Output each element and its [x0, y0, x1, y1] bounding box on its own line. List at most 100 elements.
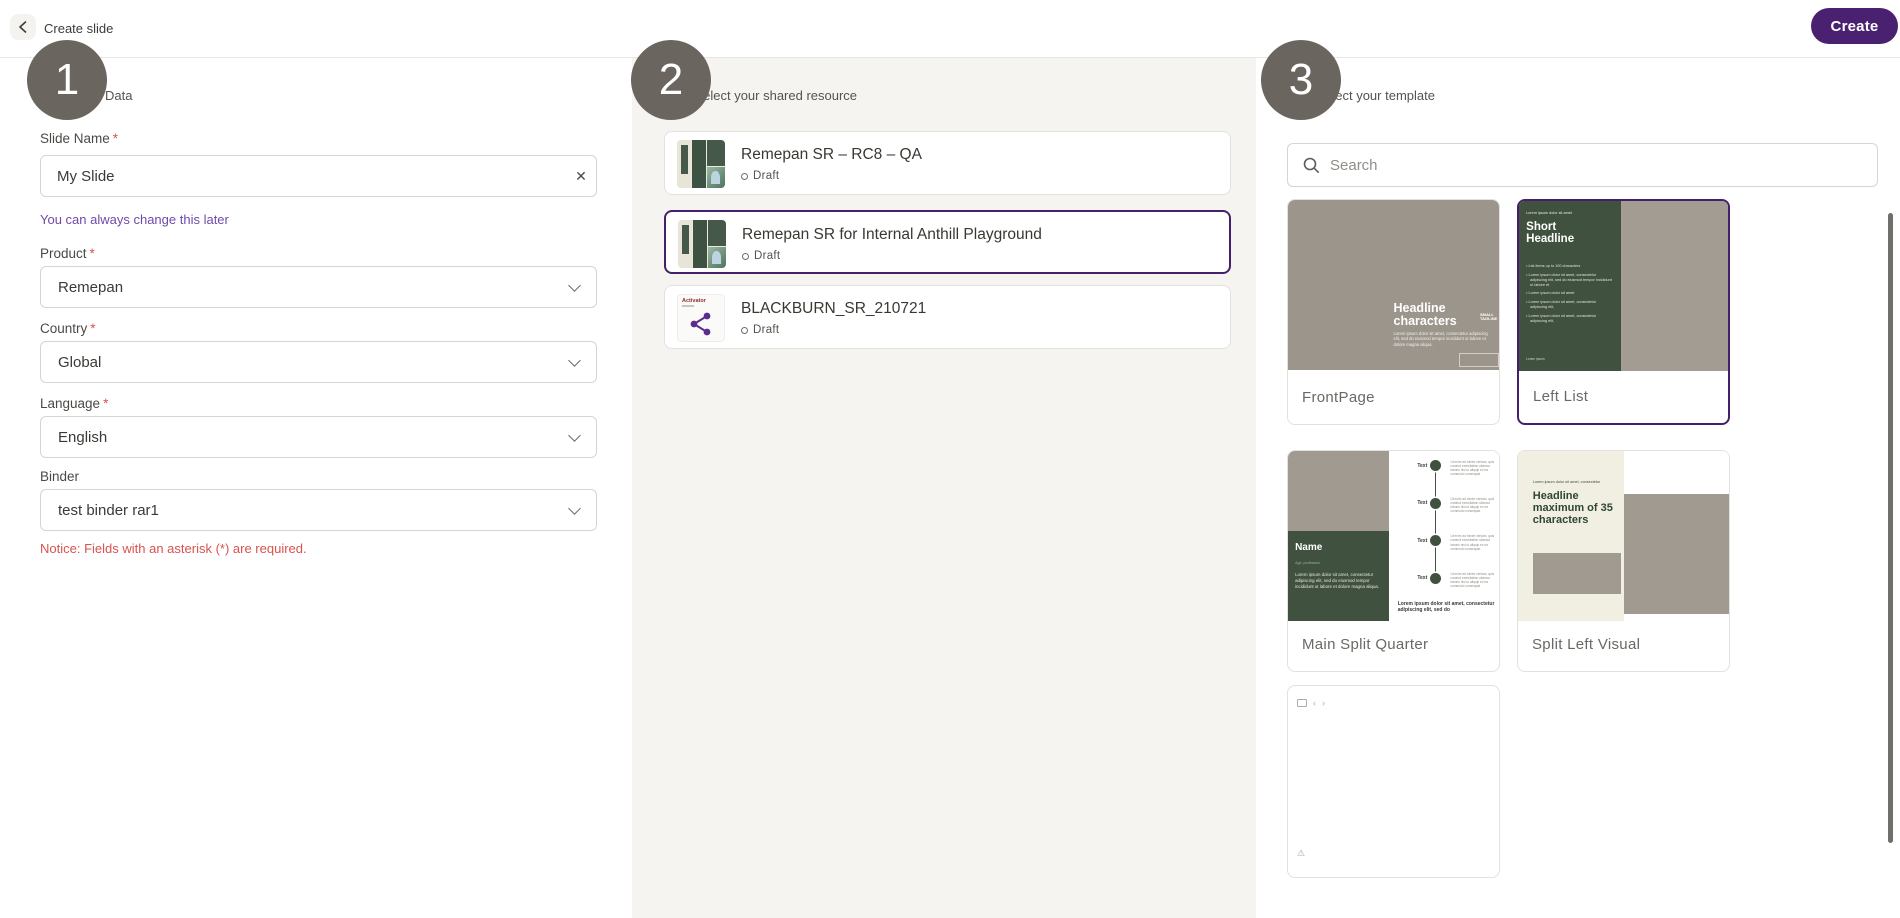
preview-bullet-list: List items up to 100 characters Lorem ip… [1526, 264, 1613, 328]
preview-bullet: Lorem ipsum dolor sit amet [1526, 291, 1613, 296]
timeline-label: Text [1394, 500, 1428, 506]
top-bar: Create slide Create [0, 0, 1900, 58]
draft-status-icon [742, 253, 749, 260]
template-card-left-list[interactable]: Lorem ipsum dolor sit amet Short Headlin… [1517, 199, 1730, 425]
template-search [1287, 143, 1878, 187]
slide-name-hint: You can always change this later [40, 212, 229, 227]
collage-figure [711, 171, 719, 184]
language-select-value: English [58, 429, 107, 446]
template-preview-main-split-quarter: Name Age, profession Lorem ipsum dolor s… [1288, 451, 1499, 621]
timeline-dot [1430, 460, 1441, 471]
preview-image-placeholder [1288, 451, 1389, 531]
timeline-connector [1435, 470, 1436, 582]
preview-person-subtitle: Age, profession [1295, 561, 1320, 565]
search-icon [1302, 156, 1320, 174]
chevron-down-icon [568, 502, 581, 515]
preview-headline: Headline characters [1394, 302, 1457, 328]
preview-image-placeholder [1624, 494, 1730, 615]
timeline-body-text: Ut enim ad minim veniam, quis nostrud ex… [1450, 460, 1494, 481]
collage-block [708, 220, 726, 246]
template-preview-left-list: Lorem ipsum dolor sit amet Short Headlin… [1519, 201, 1728, 371]
chevron-left-icon [18, 21, 28, 33]
required-asterisk: * [113, 131, 118, 146]
slide-name-input[interactable] [41, 168, 566, 185]
share-icon [688, 311, 714, 337]
country-label: Country* [40, 321, 96, 336]
collage-block [682, 225, 689, 254]
country-label-text: Country [40, 321, 87, 336]
resource-thumbnail: Activator [677, 294, 725, 342]
product-select[interactable]: Remepan [40, 266, 597, 308]
timeline-body-text: Ut enim ad minim veniam, quis nostrud ex… [1450, 497, 1494, 518]
preview-headline-line: characters [1394, 315, 1457, 328]
preview-bullet: Lorem ipsum dolor sit amet, consectetur … [1526, 300, 1613, 310]
resource-status: Draft [741, 170, 779, 182]
required-asterisk: * [90, 321, 95, 336]
timeline-label: Text [1394, 463, 1428, 469]
preview-kicker: Lorem ipsum dolor sit amet [1526, 211, 1572, 215]
draft-status-label: Draft [753, 170, 779, 182]
resource-title: Remepan SR – RC8 – QA [741, 146, 922, 164]
resource-item-remepan-anthill-playground[interactable]: Remepan SR for Internal Anthill Playgrou… [664, 210, 1231, 274]
resource-status: Draft [742, 250, 780, 262]
resource-item-blackburn-sr[interactable]: Activator BLACKBURN_SR_210721 Draft [664, 285, 1231, 349]
binder-select-value: test binder rar1 [58, 502, 159, 519]
create-button[interactable]: Create [1811, 8, 1898, 44]
template-preview-frontpage: Headline characters SMALL TAGLINE Lorem … [1288, 200, 1499, 370]
collage-block [681, 145, 688, 174]
preview-body-text: Lorem ipsum dolor sit amet, consectetur … [1295, 572, 1382, 590]
preview-image-placeholder [1533, 553, 1622, 594]
template-name: Split Left Visual [1532, 636, 1640, 653]
template-card-loading[interactable]: ‹ › ⚠ [1287, 685, 1500, 878]
resource-item-remepan-rc8-qa[interactable]: Remepan SR – RC8 – QA Draft [664, 131, 1231, 195]
step-1-badge: 1 [27, 40, 107, 120]
slide-name-label: Slide Name* [40, 131, 118, 146]
timeline-body-text: Ut enim ad minim veniam, quis nostrud ex… [1450, 534, 1494, 555]
template-card-main-split-quarter[interactable]: Name Age, profession Lorem ipsum dolor s… [1287, 450, 1500, 672]
preview-headline-line: Short [1526, 221, 1574, 233]
preview-person-name: Name [1295, 542, 1322, 553]
preview-headline-line: Headline [1526, 233, 1574, 245]
clear-input-icon[interactable]: ✕ [566, 168, 596, 185]
chevron-down-icon [568, 354, 581, 367]
preview-green-panel: Name Age, profession Lorem ipsum dolor s… [1288, 531, 1389, 621]
collage-photo [707, 167, 725, 188]
preview-bottom-text: Lorem ipsum dolor sit amet, consectetur … [1398, 601, 1495, 613]
preview-footer-text: Lorem ipsum [1526, 357, 1544, 361]
template-card-split-left-visual[interactable]: Lorem ipsum dolor sit amet, consectetur … [1517, 450, 1730, 672]
image-placeholder-icon [1297, 699, 1307, 707]
step-2-badge: 2 [631, 40, 711, 120]
vertical-scrollbar[interactable] [1888, 213, 1893, 843]
product-label: Product* [40, 246, 95, 261]
template-search-input[interactable] [1330, 157, 1863, 174]
chevron-right-icon: › [1322, 698, 1325, 708]
binder-select[interactable]: test binder rar1 [40, 489, 597, 531]
preview-outline-box [1459, 353, 1499, 367]
resource-status: Draft [741, 324, 779, 336]
collage-photo [708, 247, 726, 268]
draft-status-icon [741, 327, 748, 334]
page-title: Create slide [44, 21, 113, 36]
preview-bullet: Lorem ipsum dolor sit amet, consectetur … [1526, 314, 1613, 324]
back-button[interactable] [10, 14, 36, 40]
required-asterisk: * [103, 396, 108, 411]
timeline-label: Text [1394, 575, 1428, 581]
resource-title: Remepan SR for Internal Anthill Playgrou… [742, 226, 1042, 244]
template-card-frontpage[interactable]: Headline characters SMALL TAGLINE Lorem … [1287, 199, 1500, 425]
required-asterisk: * [90, 246, 95, 261]
binder-label-text: Binder [40, 469, 79, 484]
chevron-down-icon [568, 429, 581, 442]
template-name: FrontPage [1302, 389, 1375, 406]
draft-status-label: Draft [753, 324, 779, 336]
resource-thumbnail [678, 220, 726, 268]
template-name: Main Split Quarter [1302, 636, 1428, 653]
timeline-label: Text [1394, 538, 1428, 544]
preview-green-panel: Lorem ipsum dolor sit amet Short Headlin… [1519, 201, 1621, 371]
language-select[interactable]: English [40, 416, 597, 458]
country-select[interactable]: Global [40, 341, 597, 383]
preview-body-text: Lorem ipsum dolor sit amet, consectetur … [1394, 331, 1489, 347]
draft-status-icon [741, 173, 748, 180]
preview-headline: Short Headline [1526, 221, 1574, 245]
binder-label: Binder [40, 469, 79, 484]
resource-title: BLACKBURN_SR_210721 [741, 300, 926, 318]
